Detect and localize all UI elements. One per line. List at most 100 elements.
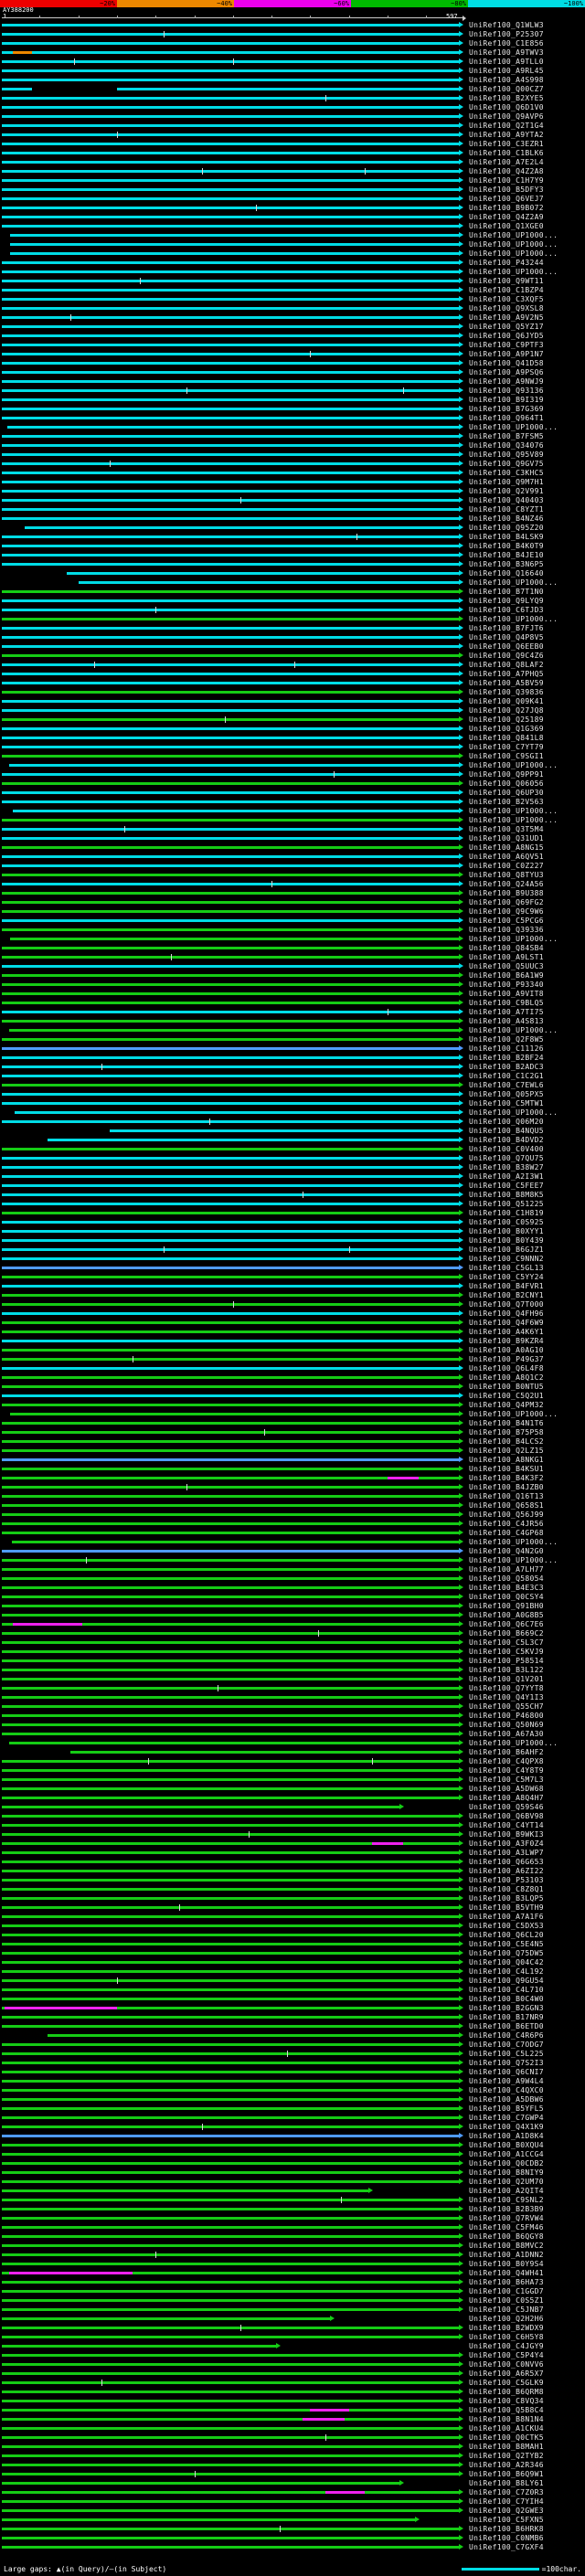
- hit-label[interactable]: UniRef100_B9U388: [469, 889, 544, 897]
- hit-bar[interactable]: [2, 2281, 459, 2284]
- hit-label[interactable]: UniRef100_A4S998: [469, 76, 544, 84]
- hit-bar[interactable]: [2, 992, 459, 995]
- hit-bar[interactable]: [2, 609, 459, 611]
- hit-label[interactable]: UniRef100_A6R5X7: [469, 2369, 544, 2378]
- hit-label[interactable]: UniRef100_B2BF24: [469, 1054, 544, 1062]
- hit-bar[interactable]: [2, 1979, 459, 1982]
- hit-bar[interactable]: [2, 654, 459, 657]
- hit-label[interactable]: UniRef100_B8MAH1: [469, 2443, 544, 2451]
- hit-bar[interactable]: [2, 334, 459, 337]
- hit-bar[interactable]: [2, 1020, 459, 1023]
- hit-label[interactable]: UniRef100_Q4X1K9: [469, 2123, 544, 2131]
- hit-label[interactable]: UniRef100_Q6CL20: [469, 1931, 544, 1939]
- hit-label[interactable]: UniRef100_B4JZB0: [469, 1483, 544, 1491]
- hit-label[interactable]: UniRef100_C5PCG6: [469, 917, 544, 925]
- hit-bar[interactable]: [2, 2171, 459, 2174]
- hit-bar[interactable]: [2, 2189, 369, 2192]
- hit-bar[interactable]: [2, 590, 459, 593]
- hit-label[interactable]: UniRef100_Q9AVP6: [469, 112, 544, 121]
- hit-bar[interactable]: [2, 225, 459, 228]
- hit-label[interactable]: UniRef100_B9KZR4: [469, 1337, 544, 1345]
- hit-bar[interactable]: [2, 1833, 459, 1836]
- hit-bar[interactable]: [2, 901, 459, 904]
- hit-label[interactable]: UniRef100_Q9WT11: [469, 277, 544, 285]
- hit-bar[interactable]: [2, 1257, 459, 1260]
- hit-bar[interactable]: [2, 1513, 459, 1516]
- hit-label[interactable]: UniRef100_Q51225: [469, 1200, 544, 1208]
- hit-label[interactable]: UniRef100_Q9GV75: [469, 460, 544, 468]
- hit-label[interactable]: UniRef100_UP1000...: [469, 1556, 558, 1564]
- hit-bar[interactable]: [2, 2317, 330, 2320]
- hit-bar[interactable]: [2, 2482, 399, 2485]
- hit-bar[interactable]: [10, 252, 459, 255]
- hit-bar[interactable]: [2, 42, 459, 45]
- hit-bar[interactable]: [2, 1038, 459, 1041]
- hit-label[interactable]: UniRef100_A7PHQ5: [469, 670, 544, 678]
- hit-bar[interactable]: [2, 2363, 459, 2366]
- hit-bar[interactable]: [2, 636, 459, 639]
- hit-label[interactable]: UniRef100_C6TJD3: [469, 606, 544, 614]
- hit-bar[interactable]: [2, 746, 459, 748]
- hit-bar[interactable]: [2, 1367, 459, 1370]
- hit-bar[interactable]: [2, 2253, 459, 2256]
- hit-bar[interactable]: [2, 270, 459, 273]
- hit-bar[interactable]: [2, 563, 459, 566]
- hit-bar[interactable]: [2, 2491, 459, 2494]
- hit-label[interactable]: UniRef100_Q9PP91: [469, 770, 544, 779]
- hit-bar[interactable]: [2, 1056, 459, 1059]
- hit-bar[interactable]: [2, 755, 459, 758]
- hit-bar[interactable]: [2, 1906, 459, 1909]
- hit-label[interactable]: UniRef100_B3N6P5: [469, 560, 544, 568]
- hit-label[interactable]: UniRef100_C7YT79: [469, 743, 544, 751]
- hit-label[interactable]: UniRef100_B0Y439: [469, 1236, 544, 1245]
- hit-bar[interactable]: [2, 1778, 459, 1781]
- hit-bar[interactable]: [8, 1029, 459, 1032]
- hit-label[interactable]: UniRef100_C0NVV6: [469, 2360, 544, 2369]
- hit-label[interactable]: UniRef100_C5KVJ9: [469, 1648, 544, 1656]
- hit-bar[interactable]: [2, 1924, 459, 1927]
- hit-label[interactable]: UniRef100_Q5UUC3: [469, 962, 544, 970]
- hit-bar[interactable]: [2, 1769, 459, 1772]
- hit-label[interactable]: UniRef100_A1CKU4: [469, 2424, 544, 2433]
- hit-label[interactable]: UniRef100_B2GGN3: [469, 2004, 544, 2012]
- hit-bar[interactable]: [2, 408, 459, 410]
- hit-label[interactable]: UniRef100_C6H5Y8: [469, 2333, 544, 2341]
- hit-label[interactable]: UniRef100_B7G369: [469, 405, 544, 413]
- hit-label[interactable]: UniRef100_B4KSU1: [469, 1465, 544, 1473]
- hit-label[interactable]: UniRef100_C4L192: [469, 1967, 544, 1976]
- hit-bar[interactable]: [2, 1787, 459, 1790]
- hit-bar[interactable]: [2, 453, 459, 456]
- hit-label[interactable]: UniRef100_C0S925: [469, 1218, 544, 1226]
- hit-bar[interactable]: [2, 983, 459, 986]
- hit-label[interactable]: UniRef100_B2WDX9: [469, 2324, 544, 2332]
- hit-label[interactable]: UniRef100_B9WKI3: [469, 1830, 544, 1839]
- hit-label[interactable]: UniRef100_B38W27: [469, 1163, 544, 1171]
- hit-bar[interactable]: [2, 1733, 459, 1735]
- hit-label[interactable]: UniRef100_B0XYY1: [469, 1227, 544, 1235]
- hit-bar[interactable]: [2, 974, 459, 977]
- hit-bar[interactable]: [2, 2381, 459, 2384]
- hit-label[interactable]: UniRef100_A8Q4H7: [469, 1794, 544, 1802]
- hit-label[interactable]: UniRef100_B2B3B9: [469, 2205, 544, 2213]
- hit-label[interactable]: UniRef100_Q24A56: [469, 880, 544, 888]
- hit-bar[interactable]: [2, 1312, 459, 1315]
- hit-bar[interactable]: [2, 1568, 459, 1571]
- hit-bar[interactable]: [2, 2016, 459, 2019]
- hit-label[interactable]: UniRef100_Q2LZ15: [469, 1447, 544, 1455]
- hit-label[interactable]: UniRef100_C4QPX8: [469, 1757, 544, 1765]
- hit-label[interactable]: UniRef100_Q4Z2A8: [469, 167, 544, 175]
- hit-label[interactable]: UniRef100_Q95Z20: [469, 524, 544, 532]
- hit-bar[interactable]: [2, 2043, 459, 2046]
- hit-bar[interactable]: [2, 398, 459, 401]
- hit-bar[interactable]: [2, 2400, 459, 2402]
- hit-bar[interactable]: [2, 2107, 459, 2110]
- hit-bar[interactable]: [2, 1184, 459, 1187]
- hit-bar[interactable]: [2, 51, 459, 54]
- hit-bar[interactable]: [2, 1468, 459, 1470]
- hit-label[interactable]: UniRef100_Q3T5M4: [469, 825, 544, 833]
- hit-bar[interactable]: [2, 1870, 459, 1872]
- hit-label[interactable]: UniRef100_Q658S1: [469, 1501, 544, 1510]
- hit-bar[interactable]: [2, 709, 459, 712]
- hit-bar[interactable]: [2, 2345, 276, 2348]
- hit-bar[interactable]: [2, 344, 459, 346]
